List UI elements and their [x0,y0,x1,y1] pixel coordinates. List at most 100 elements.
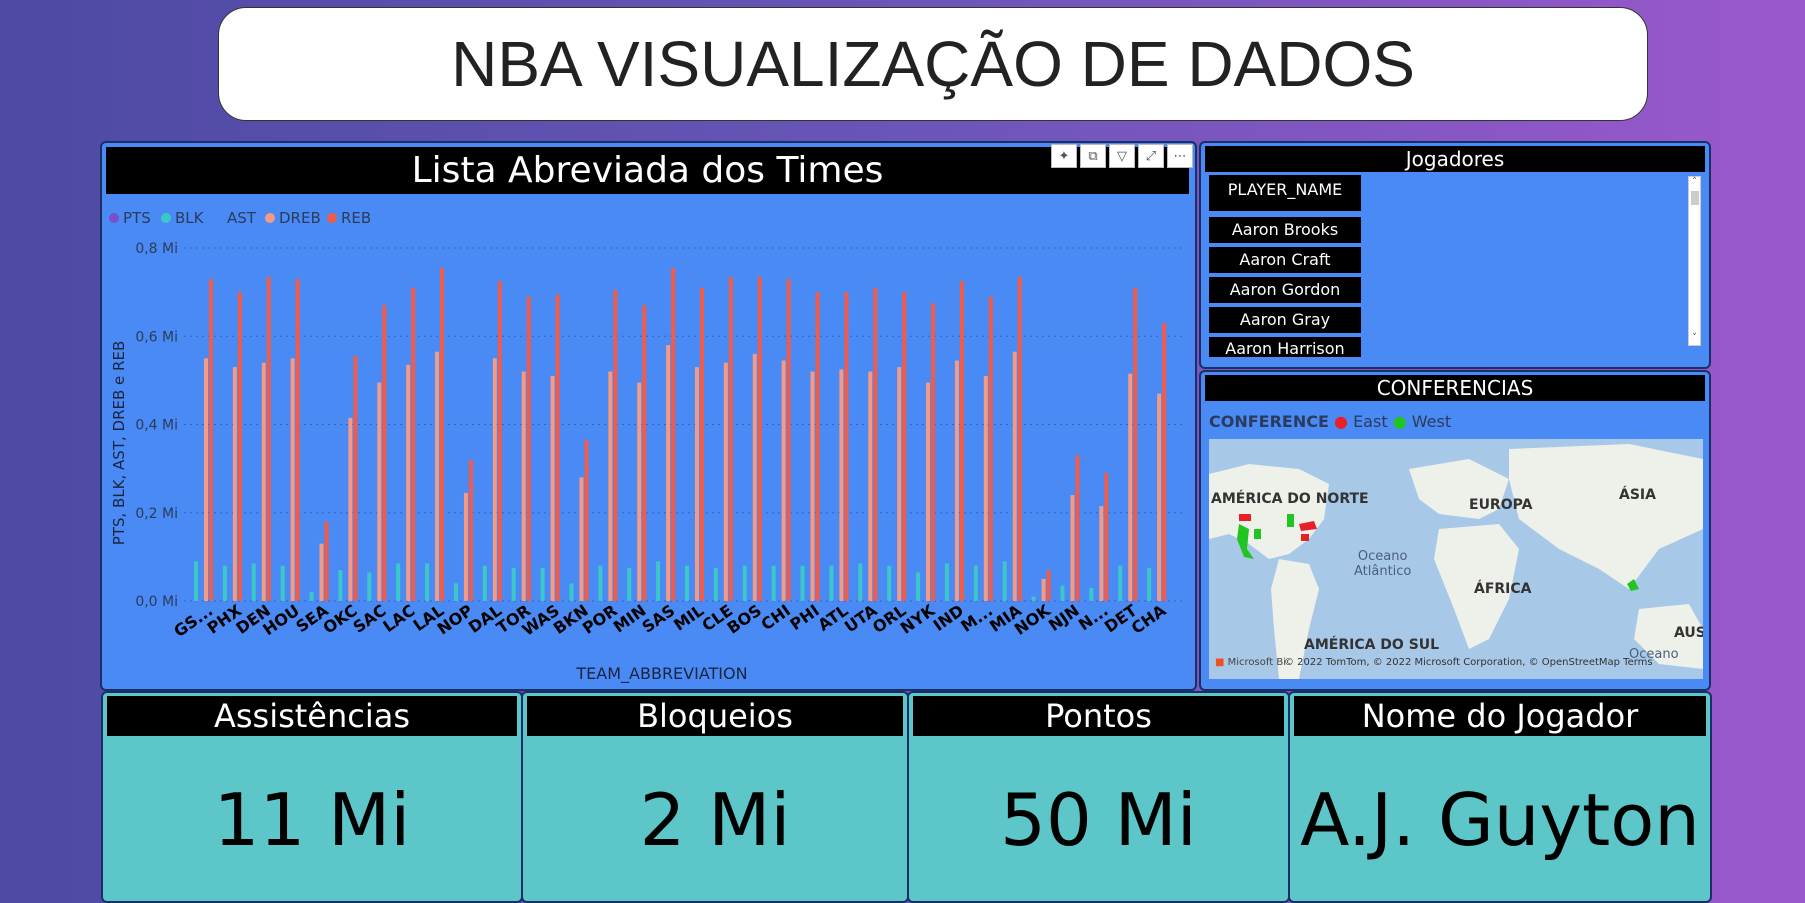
bar-dreb [204,358,208,601]
legend-label: AST [227,209,257,227]
bar-chart[interactable]: PTS BLK AST DREB REB 0,0 Mi 0,2 Mi 0,4 Mi 0,6 Mi… [102,143,1195,689]
kpi-value: 2 Mi [639,778,791,862]
bar-reb [902,292,907,601]
legend-east[interactable]: East [1353,412,1388,431]
kpi-value: A.J. Guyton [1300,778,1700,862]
bar-blk [1031,596,1036,601]
bar-reb [786,278,791,601]
map-landmasses [1209,444,1703,679]
bar-blk [800,565,805,601]
kpi-label: Bloqueios [527,696,903,736]
bar-blk [1118,565,1123,601]
bar-reb [1133,287,1138,601]
label-australia: AUST [1674,625,1703,641]
bar-dreb [983,375,988,601]
label-ocean-atlantic: Oceano Atlântico [1354,549,1411,579]
bar-blk [858,563,863,601]
y-tick-label: 0,8 Mi [135,241,178,257]
y-tick-label: 0,4 Mi [135,418,178,434]
legend-marker [327,213,337,223]
legend-marker [161,213,171,223]
bar-blk [569,583,574,601]
players-slicer-panel: Jogadores PLAYER_NAME Aaron Brooks Aaron… [1199,141,1711,369]
bar-dreb [550,375,555,601]
bar-reb [844,292,849,601]
bar-dreb [1041,578,1046,601]
kpi-card-player-name: Nome do Jogador A.J. Guyton [1288,691,1712,903]
kpi-card-points: Pontos 50 Mi [907,691,1290,903]
legend-label: PTS [123,209,151,227]
legend-marker [265,213,275,223]
team-chart-panel[interactable]: Lista Abreviada dos Times ✦ ⧉ ▽ ⤢ ⋯ PTS B… [100,141,1197,691]
bar-reb [642,305,647,601]
world-map[interactable]: AMÉRICA DO NORTE EUROPA ÁSIA ÁFRICA AMÉR… [1209,439,1703,679]
bar-reb [411,287,416,601]
chevron-down-icon[interactable]: ˅ [1689,333,1700,343]
legend-west[interactable]: West [1412,412,1451,431]
kpi-label: Nome do Jogador [1294,696,1706,736]
bar-blk [425,563,430,601]
bar-dreb [1099,506,1104,601]
player-list-scrollbar[interactable]: ˄ ˅ [1688,176,1701,346]
chevron-up-icon[interactable]: ˄ [1689,177,1700,187]
bar-reb [497,281,502,601]
bar-blk [887,565,892,601]
x-tick-label: CHA [1128,600,1170,637]
bar-dreb [232,367,237,601]
list-item[interactable]: Aaron Gray [1209,307,1361,333]
kpi-label: Assistências [107,696,517,736]
bar-blk [194,561,198,601]
list-item[interactable]: Aaron Harrison [1209,337,1361,357]
bar-dreb [377,382,382,601]
bar-dreb [637,382,642,601]
dashboard-title: NBA VISUALIZAÇÃO DE DADOS [218,7,1648,121]
bar-dreb [492,358,497,601]
label-asia: ÁSIA [1619,487,1656,503]
conference-map-panel: CONFERENCIAS CONFERENCE ● East ● West AM… [1199,370,1711,691]
bar-dreb [348,417,353,601]
legend-label: DREB [279,209,321,227]
bar-dreb [810,371,815,601]
bar-blk [1002,561,1007,601]
title-text: NBA VISUALIZAÇÃO DE DADOS [451,28,1415,100]
player-list[interactable]: PLAYER_NAME Aaron Brooks Aaron Craft Aar… [1209,175,1361,361]
bar-reb [728,276,733,601]
bar-dreb [897,367,902,601]
bar-dreb [723,362,728,601]
bar-dreb [261,362,266,601]
list-item[interactable]: Aaron Brooks [1209,217,1361,243]
bar-blk [1147,567,1152,601]
bar-reb [209,278,213,601]
bar-dreb [781,360,786,601]
bar-reb [931,303,936,601]
list-item[interactable]: Aaron Gordon [1209,277,1361,303]
label-north-america: AMÉRICA DO NORTE [1211,491,1369,507]
bar-blk [627,567,632,601]
list-item[interactable]: Aaron Craft [1209,247,1361,273]
bar-dreb [521,371,526,601]
bar-reb [1017,276,1022,601]
map-attribution[interactable]: © 2022 TomTom, © 2022 Microsoft Corporat… [1284,657,1653,668]
bar-blk [511,567,516,601]
bar-reb [295,278,300,601]
player-column-header[interactable]: PLAYER_NAME [1209,175,1361,213]
y-tick-label: 0,6 Mi [135,329,178,345]
bar-blk [1089,587,1094,601]
bar-reb [237,292,242,601]
kpi-card-assists: Assistências 11 Mi [101,691,523,903]
bar-dreb [1128,373,1133,601]
bar-reb [815,292,820,601]
kpi-card-blocks: Bloqueios 2 Mi [521,691,909,903]
bar-dreb [954,360,959,601]
conference-legend: CONFERENCE ● East ● West [1209,412,1451,431]
ocean-word: Oceano [1357,549,1408,564]
legend-marker [213,213,223,223]
bar-reb [959,281,964,601]
west-dot-icon: ● [1392,412,1407,431]
scroll-thumb[interactable] [1690,191,1699,205]
bar-reb [613,289,618,601]
y-tick-label: 0,0 Mi [135,594,178,610]
bar-dreb [406,364,411,601]
bar-blk [829,565,834,601]
bar-reb [555,294,560,601]
